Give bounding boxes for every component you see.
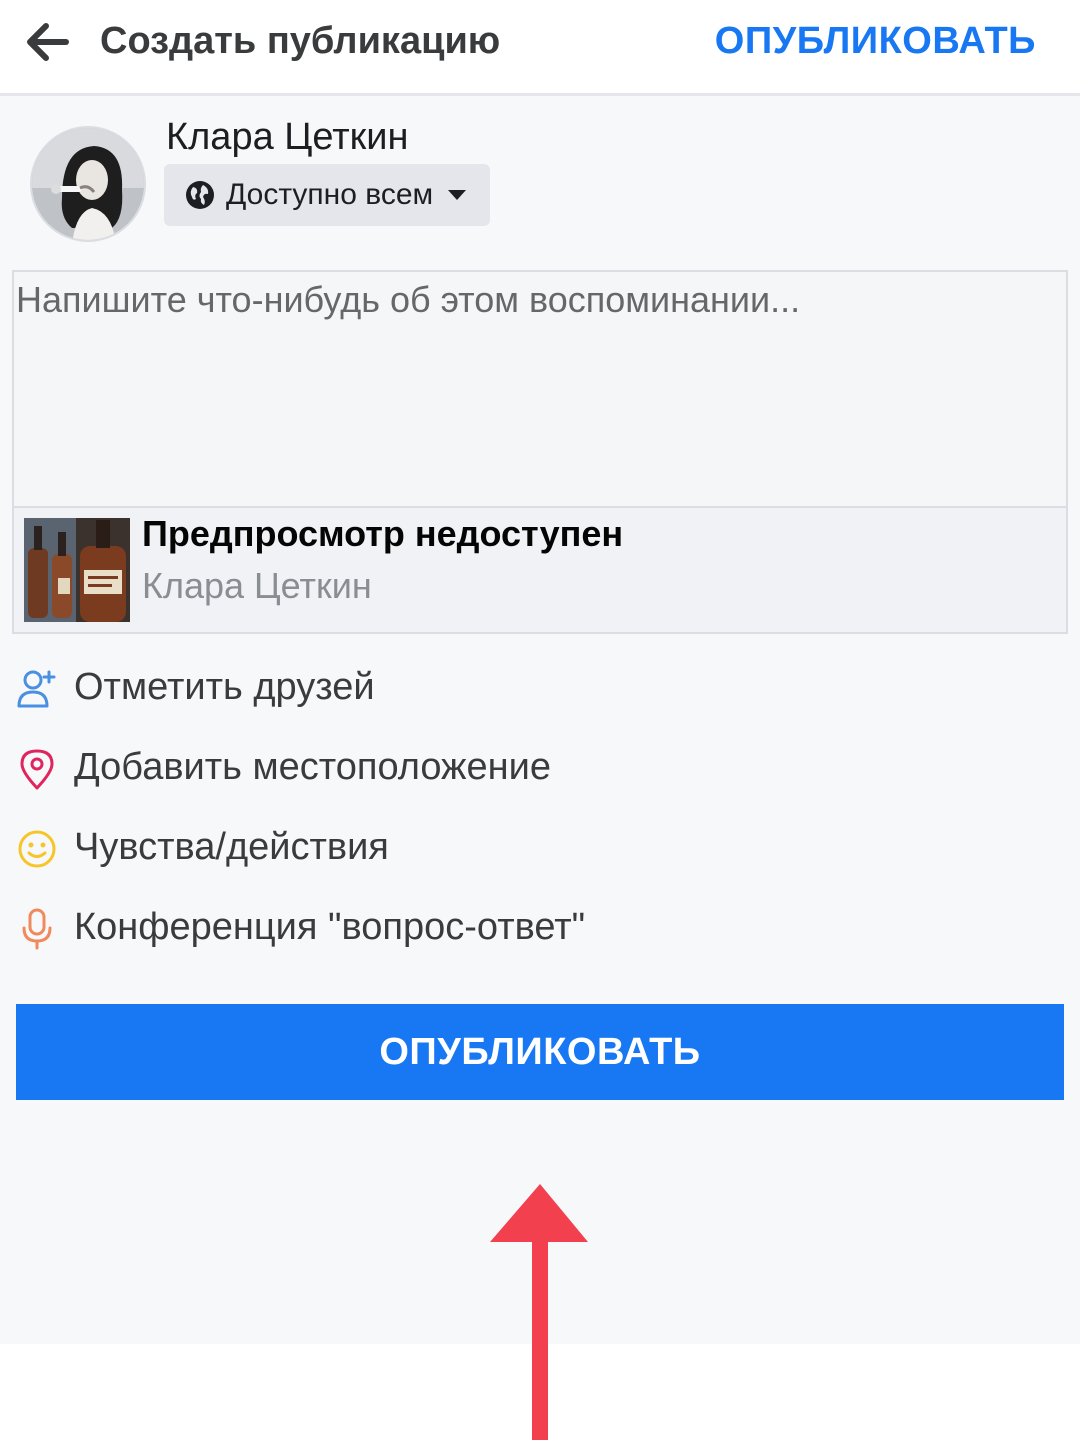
globe-icon [186,181,214,209]
caret-down-icon [448,190,467,200]
option-qa-session[interactable]: Конференция "вопрос-ответ" [0,890,1080,970]
preview-subtitle: Клара Цеткин [142,565,372,606]
option-add-location[interactable]: Добавить местоположение [0,730,1080,810]
preview-title: Предпросмотр недоступен [142,513,624,554]
publish-button-label: ОПУБЛИКОВАТЬ [379,1030,701,1073]
page-title: Создать публикацию [100,20,501,62]
memory-preview-card: Предпросмотр недоступен Клара Цеткин [12,506,1068,634]
option-tag-friends[interactable]: Отметить друзей [0,650,1080,730]
post-text-input[interactable]: Напишите что-нибудь об этом воспоминании… [12,270,1068,508]
option-feelings[interactable]: Чувства/действия [0,810,1080,890]
avatar-photo [32,128,144,240]
option-label: Чувства/действия [74,826,389,868]
publish-button[interactable]: ОПУБЛИКОВАТЬ [16,1004,1064,1100]
option-label: Конференция "вопрос-ответ" [74,906,586,948]
tag-friends-icon [17,670,56,708]
create-post-form: Клара Цеткин Доступно всем Напишите что-… [0,96,1080,1440]
location-pin-icon [20,749,54,790]
header-publish-button[interactable]: ОПУБЛИКОВАТЬ [715,18,1036,64]
arrow-left-icon[interactable] [26,22,70,62]
top-app-bar: Создать публикацию ОПУБЛИКОВАТЬ [0,0,1080,96]
avatar [30,126,146,242]
arrow-up-icon [490,1184,588,1440]
option-label: Добавить местоположение [74,746,551,788]
privacy-selector[interactable]: Доступно всем [164,164,490,226]
smiley-icon [18,830,56,868]
microphone-icon [22,908,52,950]
preview-thumbnail [24,518,130,622]
post-text-placeholder: Напишите что-нибудь об этом воспоминании… [16,279,801,320]
privacy-label: Доступно всем [226,178,434,211]
option-label: Отметить друзей [74,666,375,708]
author-name: Клара Цеткин [166,116,409,158]
